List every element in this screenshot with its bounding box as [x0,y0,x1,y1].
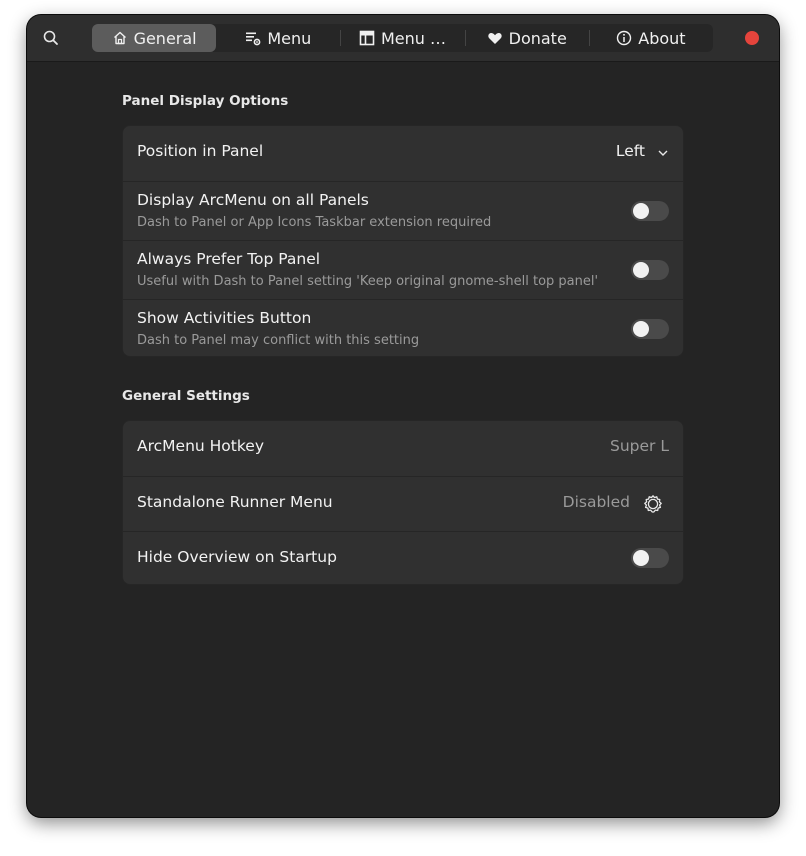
section-title-panel-display: Panel Display Options [122,93,289,109]
header-bar: General Menu Menu … Donate About [27,15,779,62]
panel-display-group: Position in Panel Left Display ArcMenu o… [122,125,684,357]
tab-menu-layout[interactable]: Menu … [340,24,464,52]
search-button[interactable] [41,28,61,48]
tab-menu-label: Menu [267,28,312,48]
general-settings-group: ArcMenu Hotkey Super L Standalone Runner… [122,420,684,585]
switch-knob [633,550,649,566]
home-icon [113,31,126,45]
runner-label: Standalone Runner Menu [137,493,333,511]
all-panels-row: Display ArcMenu on all Panels Dash to Pa… [123,181,683,240]
hide-overview-row: Hide Overview on Startup [123,531,683,584]
hotkey-value: Super L [610,437,669,455]
activities-row: Show Activities Button Dash to Panel may… [123,299,683,356]
all-panels-label: Display ArcMenu on all Panels [137,191,369,209]
position-in-panel-row[interactable]: Position in Panel Left [123,126,683,181]
tab-about-label: About [638,28,686,48]
hide-overview-label: Hide Overview on Startup [137,548,337,566]
runner-value: Disabled [562,493,630,511]
hide-overview-switch[interactable] [631,548,669,568]
preferences-window: General Menu Menu … Donate About Panel D… [27,15,779,817]
gear-icon[interactable] [643,494,663,514]
search-icon [43,30,58,45]
activities-label: Show Activities Button [137,309,312,327]
tab-general-label: General [133,28,197,48]
hotkey-label: ArcMenu Hotkey [137,437,264,455]
heart-icon [487,33,502,44]
position-value: Left [615,142,645,160]
all-panels-subtitle: Dash to Panel or App Icons Taskbar exten… [137,215,492,230]
top-panel-label: Always Prefer Top Panel [137,250,321,268]
top-panel-row: Always Prefer Top Panel Useful with Dash… [123,240,683,299]
tab-menu-layout-label: Menu … [381,28,447,48]
menu-settings-icon [246,32,261,46]
tab-general[interactable]: General [92,24,217,52]
tab-about[interactable]: About [588,24,713,52]
switch-knob [633,203,649,219]
info-icon [617,30,632,46]
tab-menu[interactable]: Menu [216,24,340,52]
tab-donate-label: Donate [508,28,567,48]
view-switcher: General Menu Menu … Donate About [92,24,713,52]
activities-switch[interactable] [631,319,669,339]
layout-icon [359,30,375,46]
close-button[interactable] [745,31,759,45]
all-panels-switch[interactable] [631,201,669,221]
runner-row[interactable]: Standalone Runner Menu Disabled [123,476,683,531]
top-panel-subtitle: Useful with Dash to Panel setting 'Keep … [137,274,599,289]
tab-donate[interactable]: Donate [464,24,589,52]
section-title-general-settings: General Settings [122,388,250,404]
position-in-panel-label: Position in Panel [137,142,264,160]
activities-subtitle: Dash to Panel may conflict with this set… [137,333,420,348]
switch-knob [633,321,649,337]
chevron-down-icon [658,150,668,156]
hotkey-row[interactable]: ArcMenu Hotkey Super L [123,421,683,476]
top-panel-switch[interactable] [631,260,669,280]
switch-knob [633,262,649,278]
